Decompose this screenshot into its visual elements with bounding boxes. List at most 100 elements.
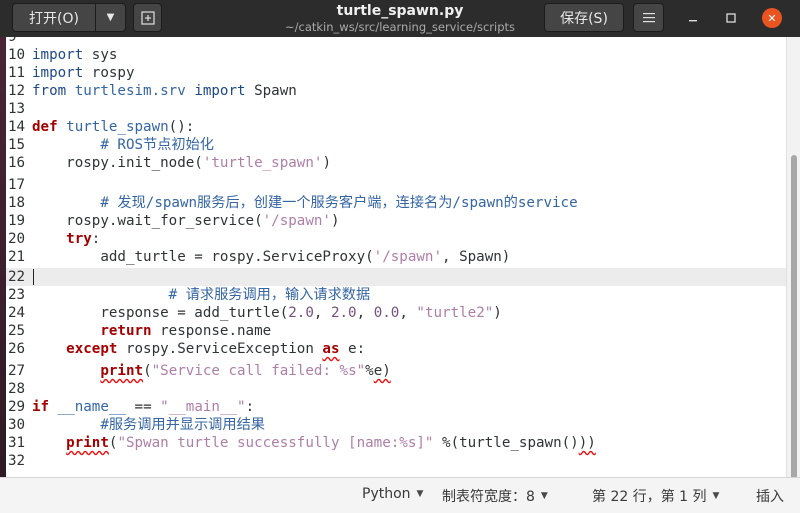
code-token: # 请求服务调用，输入请求数据	[32, 287, 371, 303]
code-token: )	[493, 305, 502, 321]
line-number: 9	[8, 37, 17, 45]
new-tab-button[interactable]	[133, 3, 162, 32]
code-line[interactable]: 26 except rospy.ServiceException as e:	[6, 340, 786, 358]
chevron-down-icon: ▼	[106, 12, 115, 23]
code-token: try	[66, 231, 92, 247]
code-text: return response.name	[32, 322, 271, 340]
tab-width-label: 制表符宽度：8	[442, 489, 535, 505]
header-bar: 打开(O) ▼ turtle_spawn.py ~/catkin_ws/src/…	[0, 0, 800, 37]
language-label: Python	[362, 486, 411, 502]
code-token: 0.0	[373, 305, 400, 321]
chevron-down-icon: ▼	[712, 491, 720, 501]
code-line[interactable]: 15 # ROS节点初始化	[6, 136, 786, 154]
line-number: 11	[8, 65, 26, 81]
chevron-down-icon: ▼	[540, 491, 548, 501]
code-line[interactable]: 10 import sys	[6, 46, 786, 64]
line-number: 22	[8, 269, 26, 285]
code-line[interactable]: 23 # 请求服务调用，输入请求数据	[6, 286, 786, 304]
line-number: 30	[8, 417, 26, 433]
code-text: except rospy.ServiceException as e:	[32, 340, 365, 358]
line-number: 14	[8, 119, 26, 135]
code-token: ,	[399, 305, 417, 321]
code-token: 'turtle_spawn'	[202, 155, 323, 171]
minimize-icon	[689, 20, 697, 22]
code-line[interactable]: 28	[6, 380, 786, 398]
code-line[interactable]: 29 if __name__ == "__main__":	[6, 398, 786, 416]
open-button-label: 打开(O)	[29, 10, 79, 27]
code-token: e)	[373, 363, 391, 379]
code-line[interactable]: 9	[6, 37, 786, 46]
scrollbar-thumb[interactable]	[791, 155, 797, 485]
code-token: turtle_spawn	[66, 119, 169, 135]
code-text: rospy.wait_for_service('/spawn')	[32, 212, 340, 230]
code-token: "Spwan turtle successfully [name:%s]"	[117, 435, 434, 451]
code-token: '/spawn'	[373, 249, 443, 265]
code-line[interactable]: 31 print("Spwan turtle successfully [nam…	[6, 434, 786, 452]
code-line[interactable]: 21 add_turtle = rospy.ServiceProxy('/spa…	[6, 248, 786, 266]
vertical-scrollbar[interactable]	[786, 37, 800, 485]
line-number: 16	[8, 155, 26, 171]
code-token: ))	[578, 435, 596, 451]
code-token: ,	[356, 305, 374, 321]
save-button[interactable]: 保存(S)	[544, 3, 624, 32]
code-token: "Service call failed: %s"	[151, 363, 366, 379]
code-line[interactable]: 11 import rospy	[6, 64, 786, 82]
code-token: sys	[83, 47, 118, 63]
insert-mode-indicator[interactable]: 插入	[756, 486, 784, 506]
code-text: print("Spwan turtle successfully [name:%…	[32, 434, 596, 452]
code-token: #服务调用并显示调用结果	[32, 417, 265, 433]
open-button[interactable]: 打开(O)	[12, 3, 96, 32]
code-line[interactable]: 30 #服务调用并显示调用结果	[6, 416, 786, 434]
code-line[interactable]: 20 try:	[6, 230, 786, 248]
code-line[interactable]: 18 # 发现/spawn服务后，创建一个服务客户端，连接名为/spawn的se…	[6, 194, 786, 212]
code-token: from	[32, 83, 67, 99]
code-line[interactable]: 17	[6, 176, 786, 194]
code-line[interactable]: 14 def turtle_spawn():	[6, 118, 786, 136]
line-number: 24	[8, 305, 26, 321]
line-number: 18	[8, 195, 26, 211]
close-button[interactable]: ✕	[762, 8, 782, 28]
code-line[interactable]: 22	[6, 268, 786, 286]
line-number: 31	[8, 435, 26, 451]
line-number: 20	[8, 231, 26, 247]
code-token: # ROS节点初始化	[32, 137, 214, 153]
open-menu-button[interactable]: ▼	[95, 3, 126, 32]
code-token: "turtle2"	[416, 305, 494, 321]
code-text: if __name__ == "__main__":	[32, 398, 254, 416]
code-line[interactable]: 13	[6, 100, 786, 118]
code-token: add_turtle = rospy.ServiceProxy(	[32, 249, 374, 265]
code-line[interactable]: 24 response = add_turtle(2.0, 2.0, 0.0, …	[6, 304, 786, 322]
code-token: response.name	[151, 323, 272, 339]
close-icon: ✕	[767, 11, 777, 25]
code-text: # 发现/spawn服务后，创建一个服务客户端，连接名为/spawn的servi…	[32, 194, 577, 212]
code-text: import sys	[32, 46, 117, 64]
code-line[interactable]: 32	[6, 452, 786, 470]
maximize-button[interactable]	[722, 9, 740, 27]
tab-width-selector[interactable]: 制表符宽度：8 ▼	[442, 486, 548, 506]
code-line[interactable]: 12 from turtlesim.srv import Spawn	[6, 82, 786, 100]
code-editor[interactable]: 9 10 import sys 11 import rospy 12 from turtle…	[6, 37, 786, 477]
code-line[interactable]: 19 rospy.wait_for_service('/spawn')	[6, 212, 786, 230]
language-selector[interactable]: Python ▼	[362, 486, 423, 502]
line-number: 12	[8, 83, 26, 99]
hamburger-menu-icon	[642, 13, 655, 23]
code-token: ,	[313, 305, 331, 321]
menu-button[interactable]	[633, 3, 664, 32]
code-token: ==	[125, 399, 161, 415]
code-line[interactable]: 16 rospy.init_node('turtle_spawn')	[6, 154, 786, 172]
code-token: 2.0	[288, 305, 314, 321]
code-text: from turtlesim.srv import Spawn	[32, 82, 297, 100]
code-token: )	[330, 213, 340, 229]
code-token: (	[143, 363, 152, 379]
code-line[interactable]: 27 print("Service call failed: %s"%e)	[6, 362, 786, 380]
code-line[interactable]: 25 return response.name	[6, 322, 786, 340]
line-number: 27	[8, 363, 26, 379]
code-token: rospy.init_node(	[32, 155, 203, 171]
window-subtitle: ~/catkin_ws/src/learning_service/scripts	[285, 20, 515, 34]
cursor-position-label: 第 22 行，第 1 列	[592, 489, 707, 505]
minimize-button[interactable]	[684, 9, 702, 27]
cursor-position-selector[interactable]: 第 22 行，第 1 列 ▼	[592, 486, 719, 506]
